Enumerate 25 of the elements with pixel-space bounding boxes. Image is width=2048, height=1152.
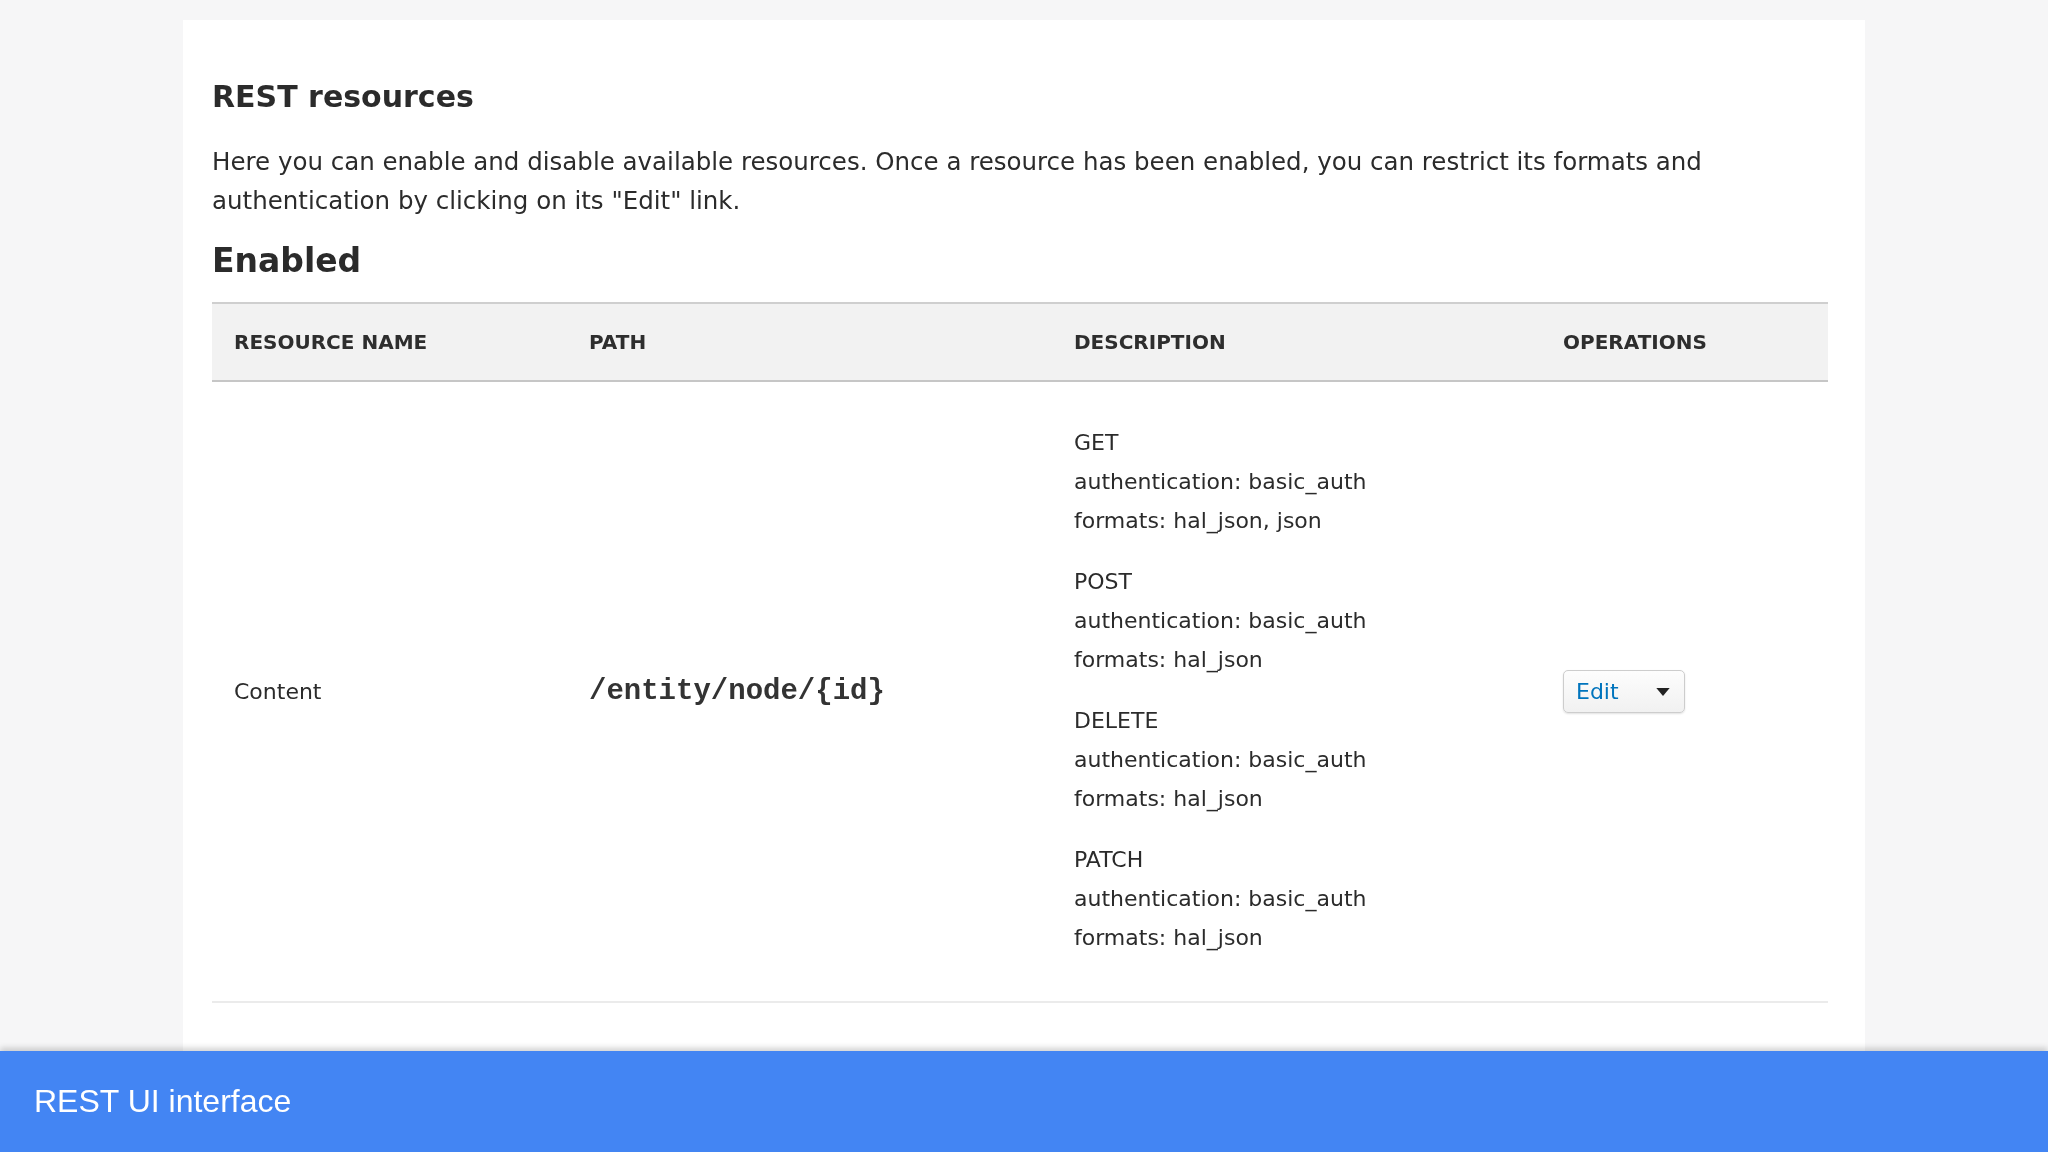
dropbutton[interactable]: Edit <box>1563 670 1685 713</box>
authentication-text: authentication: basic_auth <box>1074 607 1368 636</box>
authentication-text: authentication: basic_auth <box>1074 746 1368 775</box>
method-name: POST <box>1074 568 1133 596</box>
resource-path: /entity/node/{id} <box>589 675 885 708</box>
resource-name: Content <box>234 679 322 704</box>
column-header: RESOURCE NAME <box>212 303 567 381</box>
formats-text: formats: hal_json <box>1074 646 1264 675</box>
formats-text: formats: hal_json, json <box>1074 507 1323 536</box>
method-name: PATCH <box>1074 846 1145 874</box>
authentication-text: authentication: basic_auth <box>1074 468 1368 497</box>
edit-link[interactable]: Edit <box>1564 676 1619 707</box>
column-header: PATH <box>567 303 1052 381</box>
page-title: REST resources <box>212 78 475 116</box>
authentication-text: authentication: basic_auth <box>1074 885 1368 914</box>
caption-text: REST UI interface <box>34 1083 292 1120</box>
section-heading: Enabled <box>212 240 363 282</box>
method-name: DELETE <box>1074 707 1160 735</box>
column-header: OPERATIONS <box>1541 303 1828 381</box>
formats-text: formats: hal_json <box>1074 785 1264 814</box>
formats-text: formats: hal_json <box>1074 924 1264 953</box>
method-name: GET <box>1074 429 1120 457</box>
column-header: DESCRIPTION <box>1052 303 1541 381</box>
page-description: Here you can enable and disable available resources. Once a resource has been enabled, you can restrict its formats and authentication by clicking on its "Edit" link. <box>212 146 1703 217</box>
caret-icon <box>1656 687 1670 696</box>
